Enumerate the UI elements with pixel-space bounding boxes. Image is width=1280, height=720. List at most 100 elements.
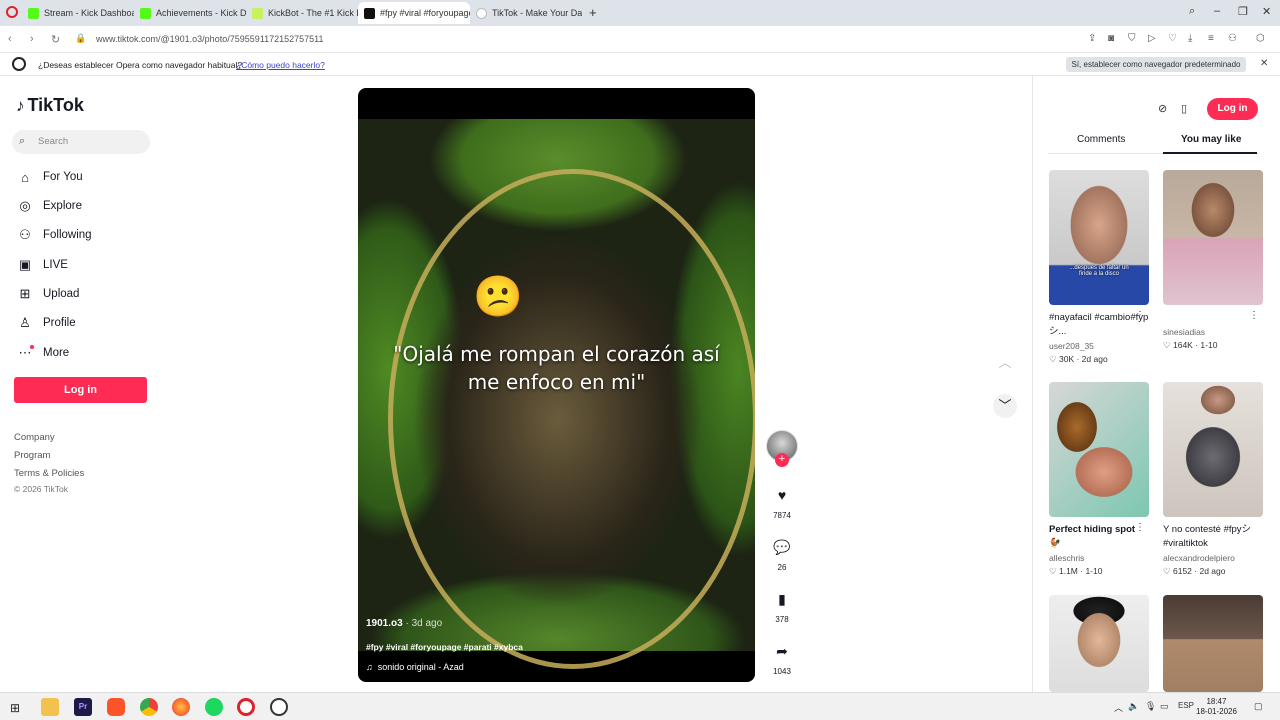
network-icon[interactable]: ▭	[1160, 701, 1169, 712]
maximize-icon[interactable]: ❐	[1238, 5, 1248, 18]
file-explorer-icon[interactable]	[41, 698, 59, 716]
sidebar-item-profile[interactable]: ♙ Profile	[16, 312, 75, 334]
tab-label: Stream - Kick Dashboard	[44, 8, 134, 18]
close-infobar-icon[interactable]: ✕	[1260, 58, 1268, 69]
sidebar-item-explore[interactable]: ◎ Explore	[16, 195, 82, 217]
url-input[interactable]: www.tiktok.com/@1901.o3/photo/7595591172…	[96, 34, 323, 44]
browser-tab-tiktok-home[interactable]: TikTok - Make Your Day	[470, 2, 582, 24]
footer-link-terms[interactable]: Terms & Policies	[14, 468, 84, 479]
language-indicator[interactable]: ESP	[1178, 701, 1194, 710]
shield-icon[interactable]: ⛉	[1128, 33, 1136, 44]
back-icon[interactable]: ‹	[8, 33, 12, 45]
coin-icon[interactable]: ⊘	[1158, 102, 1167, 115]
share-icon[interactable]: ⇪	[1088, 33, 1096, 44]
home-icon: ⌂	[21, 169, 29, 185]
browser-tab-kick-dashboard[interactable]: Stream - Kick Dashboard	[22, 2, 134, 24]
photo-post[interactable]: 😕 "Ojalá me rompan el corazón así me enf…	[358, 88, 755, 682]
windows-start-icon[interactable]: ⊞	[10, 701, 20, 715]
close-window-icon[interactable]: ✕	[1262, 5, 1271, 18]
card-meta: ♡ 6152 · 2d ago	[1163, 566, 1226, 576]
notifications-icon[interactable]: ▢	[1254, 701, 1263, 712]
tab-you-may-like[interactable]: You may like	[1181, 134, 1241, 145]
author-handle: 1901.o3	[366, 618, 403, 629]
next-post-button[interactable]: ﹀	[993, 394, 1017, 418]
login-button-top[interactable]: Log in	[1207, 98, 1258, 120]
like-button[interactable]: ♥ 7874	[766, 487, 798, 520]
post-sound[interactable]: ♫ sonido original - Azad	[366, 662, 464, 672]
browser-tab-tiktok-photo[interactable]: #fpy #viral #foryoupage ×	[358, 2, 470, 24]
recommended-card[interactable]: sinesiadias ♡ 164K · 1-10 ⋮	[1163, 170, 1263, 351]
browser-tab-kickbot[interactable]: KickBot - The #1 Kick Bot	[246, 2, 358, 24]
new-tab-icon[interactable]: +	[589, 5, 597, 20]
sidebar-item-upload[interactable]: ⊞ Upload	[16, 283, 80, 305]
post-hashtags[interactable]: #fpy #viral #foryoupage #parati #xybca	[366, 642, 523, 652]
sidebar-item-more[interactable]: ⋯ More	[16, 342, 70, 364]
extensions-icon[interactable]: ⬡	[1256, 33, 1265, 44]
device-icon[interactable]: ▯	[1181, 102, 1187, 115]
save-button[interactable]: ▮ 378	[766, 591, 798, 624]
live-icon: ▣	[18, 257, 32, 272]
footer-link-company[interactable]: Company	[14, 432, 55, 443]
reload-icon[interactable]: ↻	[51, 33, 60, 46]
sidebar-item-following[interactable]: ⚇ Following	[16, 224, 91, 246]
card-menu-icon[interactable]: ⋮	[1135, 310, 1145, 321]
card-thumbnail	[1163, 170, 1263, 305]
tab-comments[interactable]: Comments	[1077, 134, 1125, 145]
login-button[interactable]: Log in	[14, 377, 147, 403]
minimize-icon[interactable]: –	[1214, 5, 1220, 17]
recommended-card[interactable]	[1163, 595, 1263, 692]
comment-button[interactable]: 💬 26	[766, 539, 798, 572]
opera-taskbar-icon[interactable]	[237, 698, 255, 716]
post-author[interactable]: 1901.o3 · 3d ago	[366, 618, 442, 629]
sidebar-item-for-you[interactable]: ⌂ For You	[16, 166, 83, 188]
firefox-icon[interactable]	[172, 698, 190, 716]
download-icon[interactable]: ⤓	[1188, 33, 1192, 44]
share-icon: ➦	[776, 643, 788, 659]
opera-logo-icon[interactable]	[6, 6, 18, 18]
chrome-icon[interactable]	[140, 698, 158, 716]
recommended-card[interactable]: Perfect hiding spot 🐓 alleschris ♡ 1.1M …	[1049, 382, 1149, 577]
spotify-icon[interactable]	[205, 698, 223, 716]
follow-plus-icon[interactable]: +	[775, 453, 789, 467]
previous-post-button[interactable]: ︿	[993, 351, 1017, 375]
footer-link-program[interactable]: Program	[14, 450, 50, 461]
kick-favicon-icon	[28, 7, 39, 19]
recommended-card[interactable]: ...despues de faltar un finde a la disco…	[1049, 170, 1149, 365]
search-tabs-icon[interactable]: ⌕	[1189, 5, 1195, 18]
card-menu-icon[interactable]: ⋮	[1249, 310, 1259, 321]
browser-tab-achievements[interactable]: Achievements - Kick Dash	[134, 2, 246, 24]
tab-label: Achievements - Kick Dash	[156, 8, 246, 18]
premiere-icon[interactable]: Pr	[74, 698, 92, 716]
menu-icon[interactable]: ≡	[1208, 33, 1214, 44]
mic-icon[interactable]: 🎙	[1145, 701, 1156, 712]
snapshot-icon[interactable]: ◙	[1108, 33, 1114, 44]
account-icon[interactable]: ⚇	[1228, 33, 1237, 44]
card-menu-icon[interactable]: ⋮	[1135, 522, 1145, 533]
card-date: 2d ago	[1199, 566, 1226, 576]
infobar-help-link[interactable]: ¿Cómo puedo hacerlo?	[236, 60, 325, 70]
set-default-button[interactable]: Sí, establecer como navegador predetermi…	[1066, 57, 1246, 72]
tray-chevron-icon[interactable]: ︿	[1114, 701, 1123, 714]
copyright: © 2026 TikTok	[14, 484, 68, 494]
heart-bookmark-icon[interactable]: ♡	[1168, 33, 1177, 44]
confused-emoji-icon: 😕	[473, 275, 523, 319]
speaker-icon[interactable]: 🔈	[1128, 701, 1139, 712]
brave-icon[interactable]	[107, 698, 125, 716]
comment-count: 26	[777, 563, 787, 572]
system-clock[interactable]: 18:47 18-01-2026	[1196, 697, 1237, 717]
sidebar-item-live[interactable]: ▣ LIVE	[16, 254, 68, 276]
windows-taskbar: ⊞ Pr ︿ 🔈 🎙 ▭ ESP 18:47 18-01-2026 ▢	[0, 692, 1280, 720]
tiktok-logo[interactable]: ♪ TikTok	[16, 95, 84, 116]
share-count: 1043	[773, 667, 791, 676]
like-count: 7874	[773, 511, 791, 520]
search-input[interactable]: ⌕ Search	[12, 130, 150, 154]
recommended-card[interactable]	[1049, 595, 1149, 692]
tiktok-note-icon: ♪	[16, 95, 25, 115]
obs-icon[interactable]	[270, 698, 288, 716]
recommended-card[interactable]: Y no contesté #fpyシ #viraltiktok alecxan…	[1163, 382, 1263, 577]
player-icon[interactable]: ▷	[1148, 33, 1156, 44]
forward-icon[interactable]: ›	[30, 33, 34, 45]
search-icon: ⌕	[19, 135, 26, 147]
share-button[interactable]: ➦ 1043	[766, 643, 798, 676]
card-likes: 30K	[1058, 354, 1075, 364]
